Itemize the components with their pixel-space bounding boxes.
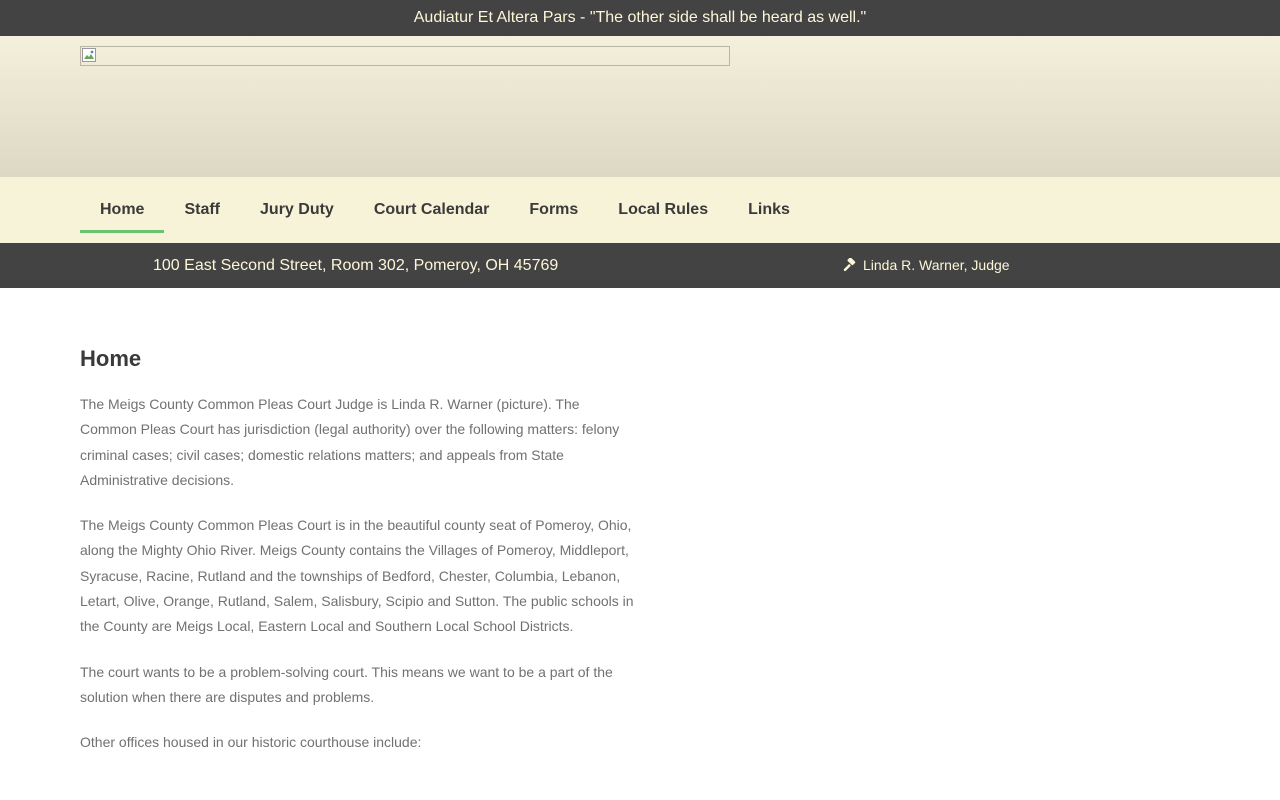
- nav-item-staff[interactable]: Staff: [164, 177, 240, 233]
- nav-item-links[interactable]: Links: [728, 177, 810, 233]
- judge-name: Linda R. Warner, Judge: [863, 257, 1010, 273]
- site-logo-image[interactable]: [80, 46, 730, 66]
- judge-info: Linda R. Warner, Judge: [842, 243, 1010, 288]
- broken-image-icon: [82, 48, 96, 62]
- motto-text: Audiatur Et Altera Pars - "The other sid…: [413, 9, 867, 26]
- motto-bar: Audiatur Et Altera Pars - "The other sid…: [0, 0, 1280, 36]
- nav-item-local-rules[interactable]: Local Rules: [598, 177, 728, 233]
- main-content: Home The Meigs County Common Pleas Court…: [80, 340, 640, 776]
- location-paragraph: The Meigs County Common Pleas Court is i…: [80, 517, 634, 635]
- nav-item-court-calendar[interactable]: Court Calendar: [354, 177, 510, 233]
- mission-paragraph: The court wants to be a problem-solving …: [80, 663, 613, 705]
- page-title: Home: [80, 346, 142, 371]
- offices-paragraph: Other offices housed in our historic cou…: [80, 734, 422, 751]
- nav-item-home[interactable]: Home: [80, 177, 165, 233]
- site-header: [0, 36, 1280, 177]
- main-navigation: Home Staff Jury Duty Court Calendar Form…: [0, 177, 1280, 243]
- court-address: 100 East Second Street, Room 302, Pomero…: [153, 257, 559, 274]
- nav-item-forms[interactable]: Forms: [509, 177, 598, 233]
- gavel-icon: [843, 258, 856, 272]
- intro-paragraph: The Meigs County Common Pleas Court Judg…: [80, 396, 620, 488]
- nav-item-jury-duty[interactable]: Jury Duty: [240, 177, 354, 233]
- contact-bar: 100 East Second Street, Room 302, Pomero…: [0, 243, 1280, 288]
